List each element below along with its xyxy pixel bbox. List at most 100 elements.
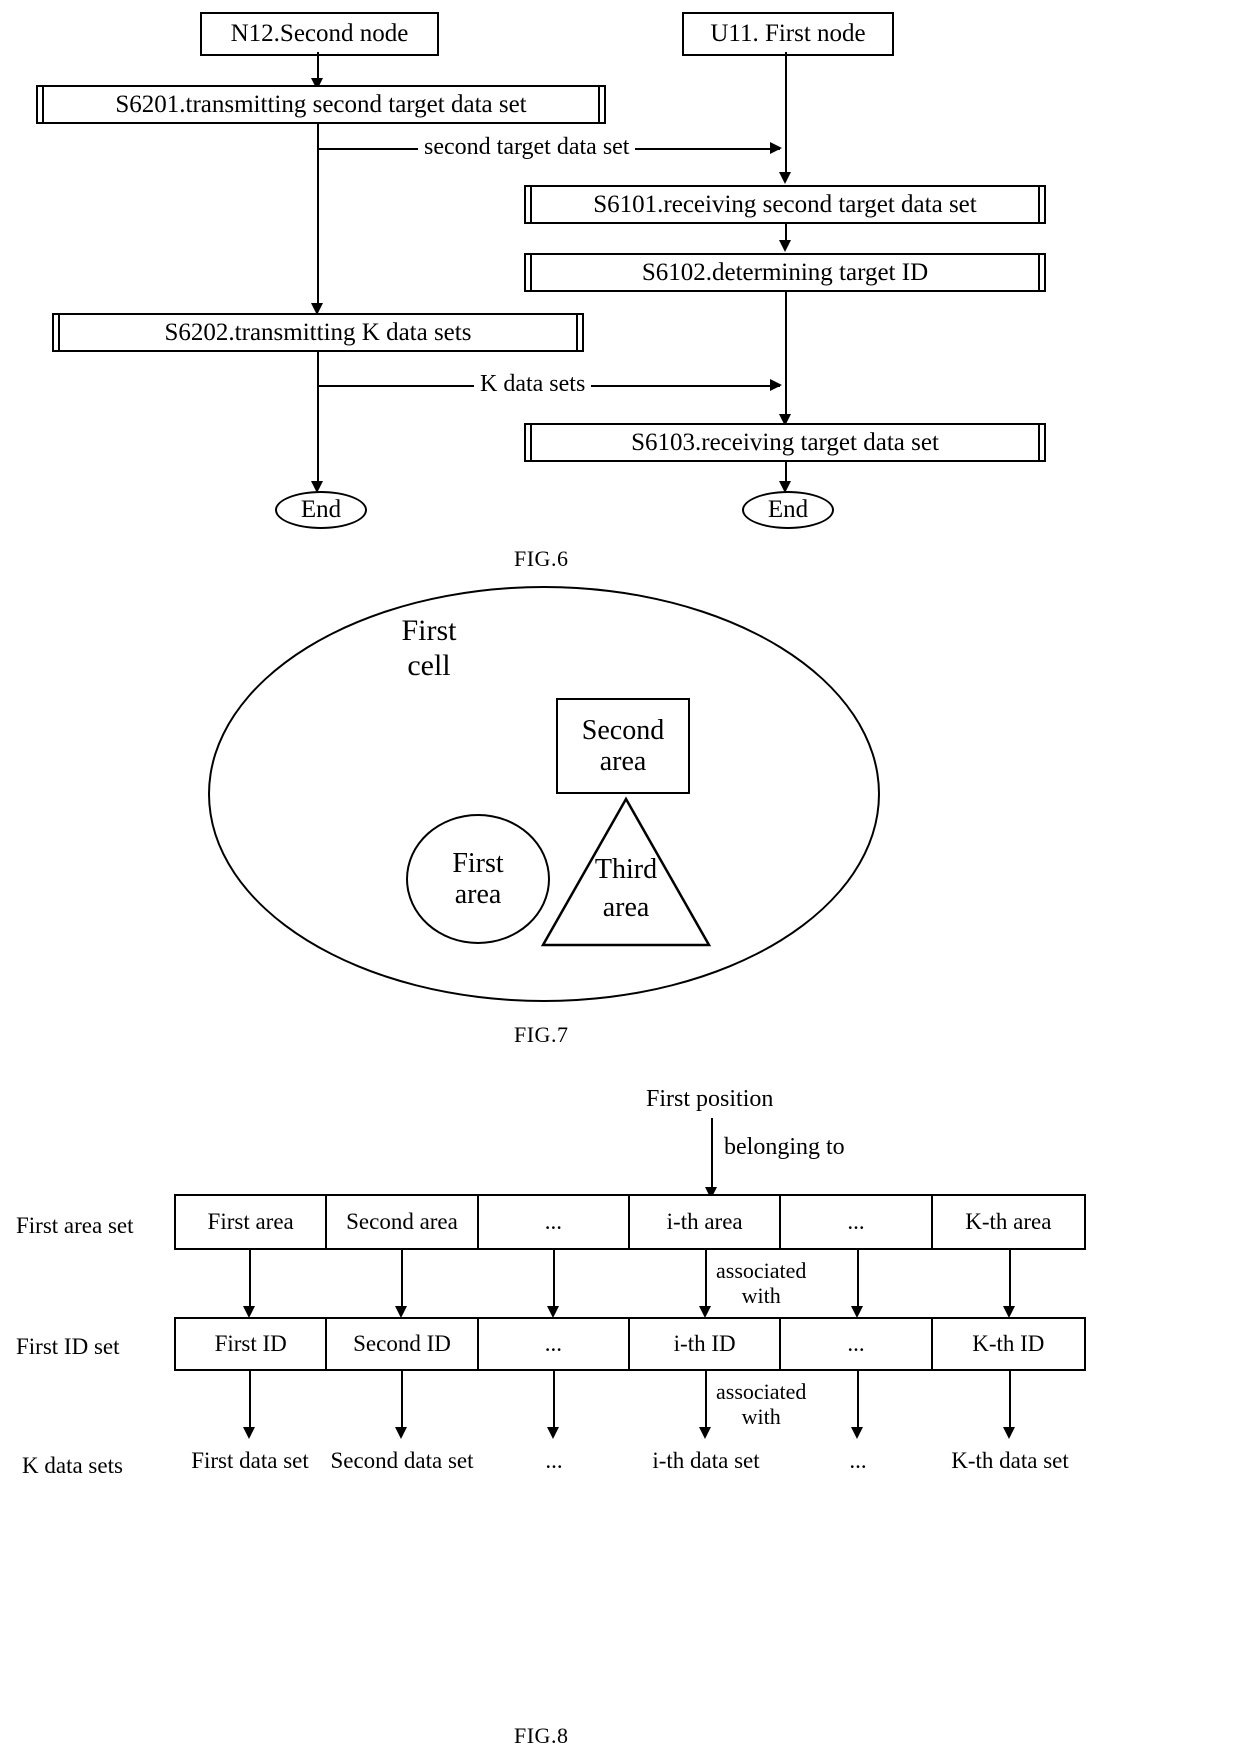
first-position-connector [711,1118,713,1194]
map-connector-1-5 [857,1250,859,1312]
figure-7-caption-text: FIG.7 [514,1022,569,1047]
grid-cell-area-1-text: First area [207,1209,294,1234]
first-area-circle: First area [406,814,550,944]
map-connector-1-1 [249,1250,251,1312]
arrowhead-right-2 [779,240,791,252]
lane-title-first-node: U11. First node [682,12,894,56]
first-area-label-line2: area [454,879,502,910]
grid-cell-id-1: First ID [176,1319,328,1369]
grid-cell-id-4: i-th ID [630,1319,782,1369]
second-area-label-line1: Second [581,714,665,746]
row-label-k-data-sets-text: K data sets [22,1453,123,1478]
arrowhead-message-2 [770,379,782,391]
first-cell-label-line1: First [401,614,457,647]
plain-cell-data-5: ... [782,1438,934,1484]
associated-with-2-line2: with [741,1404,781,1430]
grid-cell-id-5: ... [781,1319,933,1369]
plain-cell-data-4-text: i-th data set [652,1448,760,1473]
grid-cell-area-4-text: i-th area [666,1209,743,1234]
message-label-second-target-data-set: second target data set [418,134,636,161]
figure-6-caption: FIG.6 [514,546,568,572]
plain-cell-data-3: ... [478,1438,630,1484]
map-connector-1-2 [401,1250,403,1312]
plain-cell-data-1-text: First data set [191,1448,309,1473]
step-s6202-label: S6202.transmitting K data sets [164,318,472,346]
grid-cell-area-6: K-th area [933,1196,1084,1248]
associated-with-1-line2: with [741,1283,781,1309]
grid-cell-id-2: Second ID [327,1319,479,1369]
map-connector-2-2 [401,1371,403,1433]
step-s6102-box: S6102.determining target ID [524,253,1046,292]
grid-cell-area-2: Second area [327,1196,479,1248]
plain-cell-data-2: Second data set [326,1438,478,1484]
map-connector-1-4 [705,1250,707,1312]
third-area-label-line2: area [602,892,650,923]
figure-6-caption-text: FIG.6 [514,546,569,571]
lane-title-second-node-label: N12.Second node [230,20,409,48]
step-s6101-label: S6101.receiving second target data set [593,190,977,218]
grid-cell-area-3: ... [479,1196,630,1248]
message-label-2-text: K data sets [480,371,586,397]
message-label-1-text: second target data set [424,134,630,160]
step-s6201-label: S6201.transmitting second target data se… [115,90,527,118]
grid-cell-area-5: ... [781,1196,933,1248]
grid-row-first-area-set: First area Second area ... i-th area ...… [174,1194,1086,1250]
step-s6202-box: S6202.transmitting K data sets [52,313,584,352]
plain-cell-data-1: First data set [174,1438,326,1484]
map-connector-2-4 [705,1371,707,1433]
map-connector-2-3 [553,1371,555,1433]
first-position-label: First position [646,1086,773,1113]
row-label-k-data-sets: K data sets [22,1453,123,1479]
figure-8-caption: FIG.8 [514,1723,568,1749]
second-area-label-line2: area [599,746,647,777]
connector-right-3 [785,292,787,420]
associated-with-2-line1: associated [716,1379,807,1404]
first-position-text: First position [646,1086,774,1112]
plain-cell-data-3-text: ... [545,1448,563,1473]
third-area-triangle: Third area [540,796,712,948]
end-node-left-label: End [300,496,342,523]
lane-title-first-node-label: U11. First node [710,20,866,48]
third-area-label-line1: Third [594,854,658,885]
plain-cell-data-6-text: K-th data set [951,1448,1069,1473]
plain-cell-data-2-text: Second data set [330,1448,474,1473]
grid-row-first-id-set: First ID Second ID ... i-th ID ... K-th … [174,1317,1086,1371]
grid-cell-id-6: K-th ID [933,1319,1084,1369]
first-cell-label: First cell [364,614,494,683]
connector-right-1 [785,52,787,178]
figure-8-caption-text: FIG.8 [514,1723,569,1748]
plain-row-k-data-sets: First data set Second data set ... i-th … [174,1438,1086,1484]
plain-cell-data-4: i-th data set [630,1438,782,1484]
end-node-right: End [742,491,834,529]
grid-cell-id-3-text: ... [544,1331,562,1356]
grid-cell-area-6-text: K-th area [965,1209,1052,1234]
grid-cell-id-4-text: i-th ID [673,1331,736,1356]
row-label-first-id-set-text: First ID set [16,1334,120,1359]
grid-cell-area-2-text: Second area [346,1209,458,1234]
map-connector-2-6 [1009,1371,1011,1433]
map-connector-1-3 [553,1250,555,1312]
row-label-first-id-set: First ID set [16,1334,120,1360]
arrowhead-message-1 [770,142,782,154]
map-connector-2-5 [857,1371,859,1433]
map-connector-2-1 [249,1371,251,1433]
plain-cell-data-6: K-th data set [934,1438,1086,1484]
step-s6103-label: S6103.receiving target data set [631,428,939,456]
plain-cell-data-5-text: ... [849,1448,867,1473]
belonging-to-text: belonging to [724,1134,845,1160]
associated-with-label-2: associated with [716,1379,806,1430]
first-area-label-line1: First [452,847,504,879]
grid-cell-area-1: First area [176,1196,328,1248]
connector-left-3 [317,352,319,487]
grid-cell-id-1-text: First ID [214,1331,287,1356]
step-s6103-box: S6103.receiving target data set [524,423,1046,462]
grid-cell-area-3-text: ... [544,1209,562,1234]
first-cell-label-line2: cell [407,648,451,682]
step-s6201-box: S6201.transmitting second target data se… [36,85,606,124]
row-label-first-area-set: First area set [16,1213,134,1239]
message-label-k-data-sets: K data sets [474,371,592,398]
second-area-rect: Second area [556,698,690,794]
map-connector-1-6 [1009,1250,1011,1312]
patent-drawing-sheet: N12.Second node U11. First node S6201.tr… [0,0,1240,1763]
arrowhead-right-1 [779,172,791,184]
